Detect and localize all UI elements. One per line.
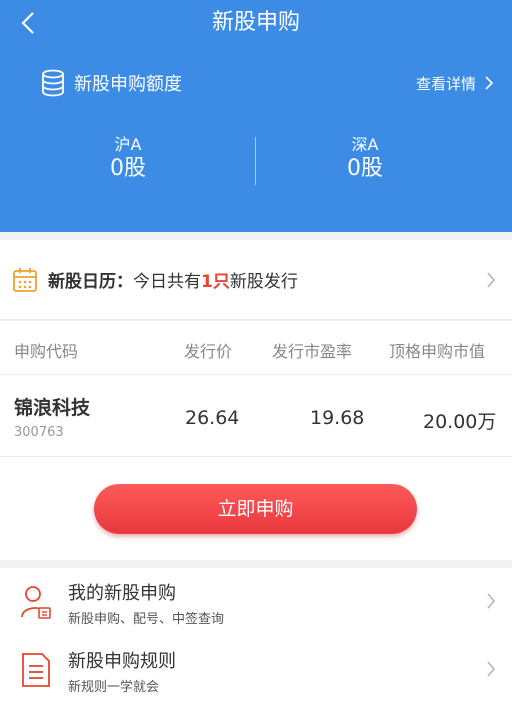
market-value: 0股 [110, 156, 146, 181]
quota-title: 新股申购额度 [74, 74, 182, 95]
market-label: 深A [351, 135, 379, 154]
menu-title: 新股申购规则 [68, 651, 176, 672]
column-header: 申购代码 [14, 342, 79, 361]
new-stock-calendar-row[interactable]: 新股日历：今日共有1只新股发行 [0, 240, 512, 320]
database-icon [42, 69, 64, 97]
calendar-text-before: 今日共有 [133, 272, 201, 292]
issue-pe-ratio: 19.68 [310, 407, 365, 429]
chevron-right-icon [487, 661, 496, 677]
chevron-right-icon [487, 272, 496, 288]
view-details-link[interactable]: 查看详情 [416, 70, 494, 96]
calendar-summary: 新股日历：今日共有1只新股发行 [48, 267, 298, 292]
max-subscription-value: 20.00万 [423, 411, 497, 433]
market-value: 0股 [347, 156, 383, 181]
document-icon [22, 653, 50, 687]
menu-subtitle: 新股申购、配号、中签查询 [68, 612, 225, 627]
calendar-text-after: 新股发行 [229, 272, 298, 292]
table-row[interactable]: 锦浪科技 300763 26.64 19.68 20.00万 [0, 375, 512, 457]
table-header: 申购代码 发行价 发行市盈率 顶格申购市值 [0, 321, 512, 375]
page-title: 新股申购 [211, 10, 300, 35]
menu-subtitle: 新规则一学就会 [68, 680, 160, 695]
column-header: 发行价 [184, 342, 233, 361]
column-header: 发行市盈率 [272, 342, 353, 361]
column-header: 顶格申购市值 [389, 342, 486, 361]
chevron-right-icon [487, 593, 496, 609]
menu-item-subscription-rules[interactable]: 新股申购规则 新规则一学就会 [0, 636, 512, 704]
issue-price: 26.64 [185, 407, 240, 429]
menu-item-my-subscriptions[interactable]: 我的新股申购 新股申购、配号、中签查询 [0, 568, 512, 638]
calendar-label: 新股日历： [48, 272, 133, 292]
user-doc-icon [21, 586, 51, 619]
header: 新股申购 新股申购额度 查看详情 沪A 0股 深A 0股 [0, 0, 512, 232]
quota-section-title: 新股申购额度 [40, 68, 182, 98]
market-sz-a: 深A 0股 [255, 135, 475, 183]
button-area: 立即申购 [0, 457, 512, 560]
stock-code: 300763 [14, 425, 64, 440]
view-details-label: 查看详情 [415, 74, 476, 93]
stock-name: 锦浪科技 [14, 397, 91, 419]
subscribe-now-button[interactable]: 立即申购 [94, 484, 417, 534]
new-stock-count: 1只 [201, 272, 230, 292]
menu-title: 我的新股申购 [68, 583, 176, 604]
market-sh-a: 沪A 0股 [18, 135, 238, 183]
calendar-icon [13, 267, 37, 292]
market-label: 沪A [114, 135, 142, 154]
chevron-right-icon [485, 76, 494, 90]
